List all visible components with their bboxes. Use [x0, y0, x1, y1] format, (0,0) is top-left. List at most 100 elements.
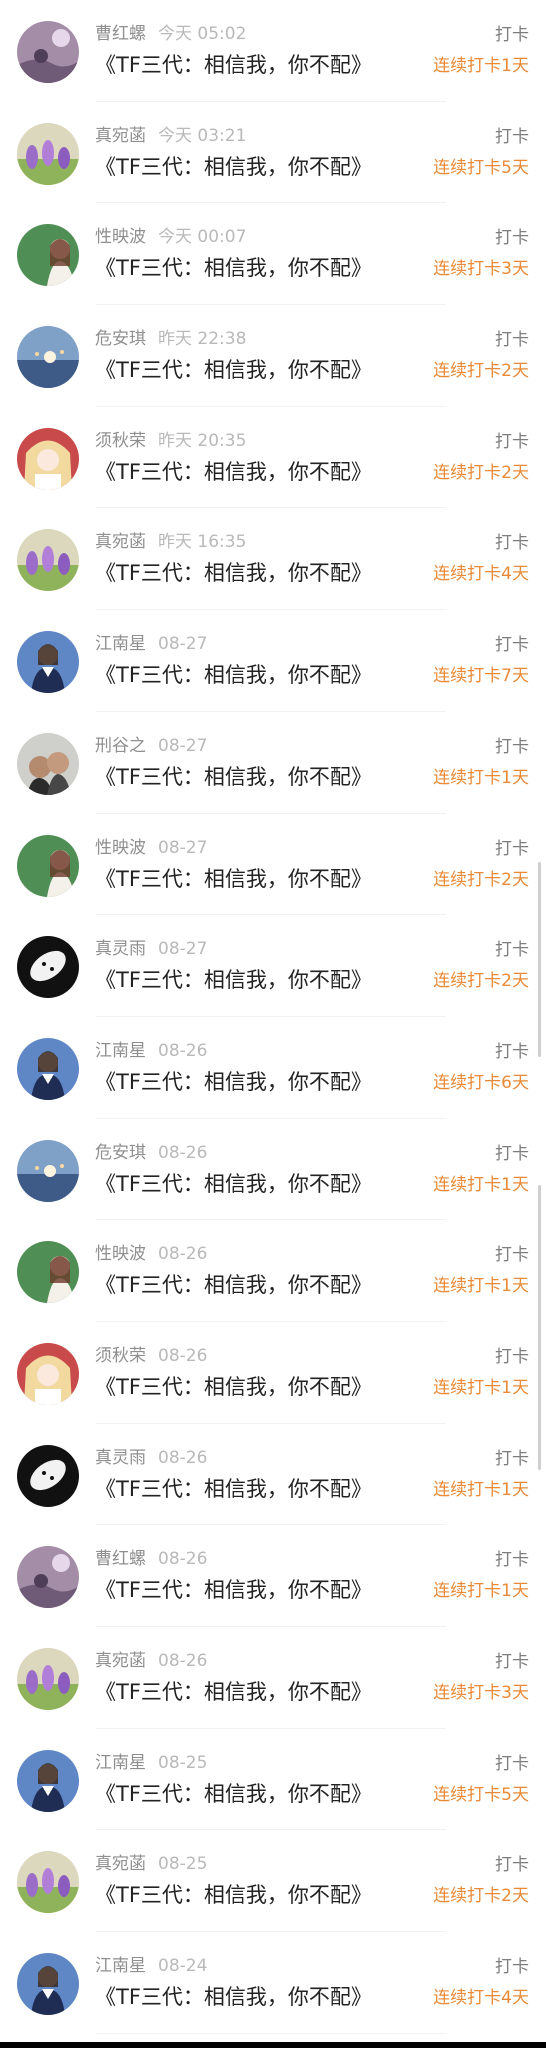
- item-meta: 性映波 今天 00:07: [95, 227, 246, 247]
- checkin-label: 打卡: [495, 1855, 529, 1876]
- avatar-crocus-flowers-icon[interactable]: [17, 529, 79, 592]
- list-item[interactable]: 江南星 08-26 《TF三代：相信我，你不配》 打卡 连续打卡6天: [0, 1017, 546, 1119]
- item-title[interactable]: 《TF三代：相信我，你不配》: [95, 1679, 372, 1705]
- avatar-couple-photo-icon[interactable]: [17, 732, 79, 795]
- list-item[interactable]: 性映波 08-26 《TF三代：相信我，你不配》 打卡 连续打卡1天: [0, 1220, 546, 1322]
- user-name[interactable]: 江南星: [95, 1753, 146, 1773]
- list-item[interactable]: 须秋荣 08-26 《TF三代：相信我，你不配》 打卡 连续打卡1天: [0, 1322, 546, 1424]
- item-title[interactable]: 《TF三代：相信我，你不配》: [95, 1984, 372, 2010]
- item-title[interactable]: 《TF三代：相信我，你不配》: [95, 560, 372, 586]
- list-item[interactable]: 真灵雨 08-26 《TF三代：相信我，你不配》 打卡 连续打卡1天: [0, 1424, 546, 1526]
- item-title[interactable]: 《TF三代：相信我，你不配》: [95, 154, 372, 180]
- avatar-crocus-flowers-icon[interactable]: [17, 1648, 79, 1710]
- user-name[interactable]: 江南星: [95, 634, 146, 654]
- user-name[interactable]: 真灵雨: [95, 939, 146, 959]
- user-name[interactable]: 真宛菡: [95, 1854, 146, 1874]
- streak-label: 连续打卡6天: [433, 1072, 529, 1093]
- item-title[interactable]: 《TF三代：相信我，你不配》: [95, 255, 372, 281]
- avatar-crocus-flowers-icon: [17, 122, 79, 185]
- list-item[interactable]: 性映波 08-27 《TF三代：相信我，你不配》 打卡 连续打卡2天: [0, 814, 546, 916]
- avatar-green-portrait-icon[interactable]: [17, 1241, 79, 1304]
- list-item[interactable]: 真宛菡 08-25 《TF三代：相信我，你不配》 打卡 连续打卡2天: [0, 1830, 546, 1932]
- user-name[interactable]: 曹红螺: [95, 1549, 146, 1569]
- user-name[interactable]: 真宛菡: [95, 126, 146, 146]
- user-name[interactable]: 江南星: [95, 1956, 146, 1976]
- list-item[interactable]: 江南星 08-25 《TF三代：相信我，你不配》 打卡 连续打卡5天: [0, 1729, 546, 1831]
- item-title[interactable]: 《TF三代：相信我，你不配》: [95, 1069, 372, 1095]
- user-name[interactable]: 性映波: [95, 1244, 146, 1264]
- item-title[interactable]: 《TF三代：相信我，你不配》: [95, 1171, 372, 1197]
- scrollbar-thumb[interactable]: [538, 862, 541, 1057]
- streak-label: 连续打卡1天: [433, 1276, 529, 1297]
- bottom-edge-bar: [0, 2042, 546, 2048]
- avatar-purple-night-icon[interactable]: [17, 21, 79, 83]
- avatar-uniform-girl-icon[interactable]: [17, 1749, 79, 1812]
- user-name[interactable]: 真灵雨: [95, 1448, 146, 1468]
- list-item[interactable]: 真宛菡 昨天 16:35 《TF三代：相信我，你不配》 打卡 连续打卡4天: [0, 508, 546, 610]
- avatar-green-portrait-icon[interactable]: [17, 834, 79, 897]
- list-item[interactable]: 刑谷之 08-27 《TF三代：相信我，你不配》 打卡 连续打卡1天: [0, 712, 546, 814]
- list-item[interactable]: 危安琪 08-26 《TF三代：相信我，你不配》 打卡 连续打卡1天: [0, 1119, 546, 1221]
- user-name[interactable]: 真宛菡: [95, 532, 146, 552]
- item-title[interactable]: 《TF三代：相信我，你不配》: [95, 1882, 372, 1908]
- user-name[interactable]: 刑谷之: [95, 736, 146, 756]
- item-title[interactable]: 《TF三代：相信我，你不配》: [95, 459, 372, 485]
- scrollbar-thumb[interactable]: [538, 1185, 541, 1470]
- list-item[interactable]: 须秋荣 昨天 20:35 《TF三代：相信我，你不配》 打卡 连续打卡2天: [0, 407, 546, 509]
- list-item[interactable]: 危安琪 昨天 22:38 《TF三代：相信我，你不配》 打卡 连续打卡2天: [0, 305, 546, 407]
- list-item[interactable]: 江南星 08-24 《TF三代：相信我，你不配》 打卡 连续打卡4天: [0, 1932, 546, 2034]
- item-title[interactable]: 《TF三代：相信我，你不配》: [95, 967, 372, 993]
- user-name[interactable]: 须秋荣: [95, 1346, 146, 1366]
- user-name[interactable]: 江南星: [95, 1041, 146, 1061]
- user-name[interactable]: 性映波: [95, 227, 146, 247]
- list-item[interactable]: 曹红螺 今天 05:02 《TF三代：相信我，你不配》 打卡 连续打卡1天: [0, 0, 546, 102]
- avatar-blue-sky-icon[interactable]: [17, 1139, 79, 1202]
- avatar-black-white-icon: [17, 1444, 79, 1507]
- avatar-uniform-girl-icon[interactable]: [17, 631, 79, 694]
- user-name[interactable]: 曹红螺: [95, 24, 146, 44]
- item-title[interactable]: 《TF三代：相信我，你不配》: [95, 1272, 372, 1298]
- item-title[interactable]: 《TF三代：相信我，你不配》: [95, 1374, 372, 1400]
- avatar-anime-girl-icon[interactable]: [17, 427, 79, 490]
- item-title[interactable]: 《TF三代：相信我，你不配》: [95, 764, 372, 790]
- user-name[interactable]: 真宛菡: [95, 1651, 146, 1671]
- item-title[interactable]: 《TF三代：相信我，你不配》: [95, 1476, 372, 1502]
- user-name[interactable]: 危安琪: [95, 1143, 146, 1163]
- user-name[interactable]: 须秋荣: [95, 431, 146, 451]
- list-item[interactable]: 真宛菡 08-26 《TF三代：相信我，你不配》 打卡 连续打卡3天: [0, 1627, 546, 1729]
- avatar-blue-sky-icon[interactable]: [17, 326, 79, 389]
- avatar-crocus-flowers-icon[interactable]: [17, 1851, 79, 1914]
- avatar-uniform-girl-icon[interactable]: [17, 1953, 79, 2016]
- list-item[interactable]: 江南星 08-27 《TF三代：相信我，你不配》 打卡 连续打卡7天: [0, 610, 546, 712]
- avatar-crocus-flowers-icon: [17, 1648, 79, 1710]
- post-time: 08-24: [158, 1956, 208, 1977]
- list-item[interactable]: 真宛菡 今天 03:21 《TF三代：相信我，你不配》 打卡 连续打卡5天: [0, 102, 546, 204]
- item-title[interactable]: 《TF三代：相信我，你不配》: [95, 52, 372, 78]
- list-item[interactable]: 真灵雨 08-27 《TF三代：相信我，你不配》 打卡 连续打卡2天: [0, 915, 546, 1017]
- avatar-crocus-flowers-icon[interactable]: [17, 122, 79, 185]
- avatar-uniform-girl-icon: [17, 1037, 79, 1100]
- item-title[interactable]: 《TF三代：相信我，你不配》: [95, 1577, 372, 1603]
- avatar-purple-night-icon[interactable]: [17, 1546, 79, 1609]
- list-item[interactable]: 曹红螺 08-26 《TF三代：相信我，你不配》 打卡 连续打卡1天: [0, 1525, 546, 1627]
- avatar-uniform-girl-icon[interactable]: [17, 1037, 79, 1100]
- item-title[interactable]: 《TF三代：相信我，你不配》: [95, 866, 372, 892]
- item-meta: 真宛菡 08-25: [95, 1854, 207, 1874]
- checkin-label: 打卡: [495, 126, 529, 147]
- post-time: 08-27: [158, 735, 208, 756]
- user-name[interactable]: 性映波: [95, 838, 146, 858]
- list-item[interactable]: 性映波 今天 00:07 《TF三代：相信我，你不配》 打卡 连续打卡3天: [0, 203, 546, 305]
- streak-label: 连续打卡7天: [433, 666, 529, 687]
- user-name[interactable]: 危安琪: [95, 329, 146, 349]
- post-time: 昨天 22:38: [158, 329, 247, 350]
- item-title[interactable]: 《TF三代：相信我，你不配》: [95, 357, 372, 383]
- avatar-green-portrait-icon[interactable]: [17, 224, 79, 287]
- item-title[interactable]: 《TF三代：相信我，你不配》: [95, 662, 372, 688]
- avatar-anime-girl-icon[interactable]: [17, 1342, 79, 1405]
- item-title[interactable]: 《TF三代：相信我，你不配》: [95, 1781, 372, 1807]
- post-time: 今天 05:02: [158, 24, 247, 44]
- post-time: 今天 00:07: [158, 227, 247, 248]
- post-time: 08-26: [158, 1244, 208, 1265]
- avatar-black-white-icon[interactable]: [17, 1444, 79, 1507]
- avatar-black-white-icon[interactable]: [17, 936, 79, 999]
